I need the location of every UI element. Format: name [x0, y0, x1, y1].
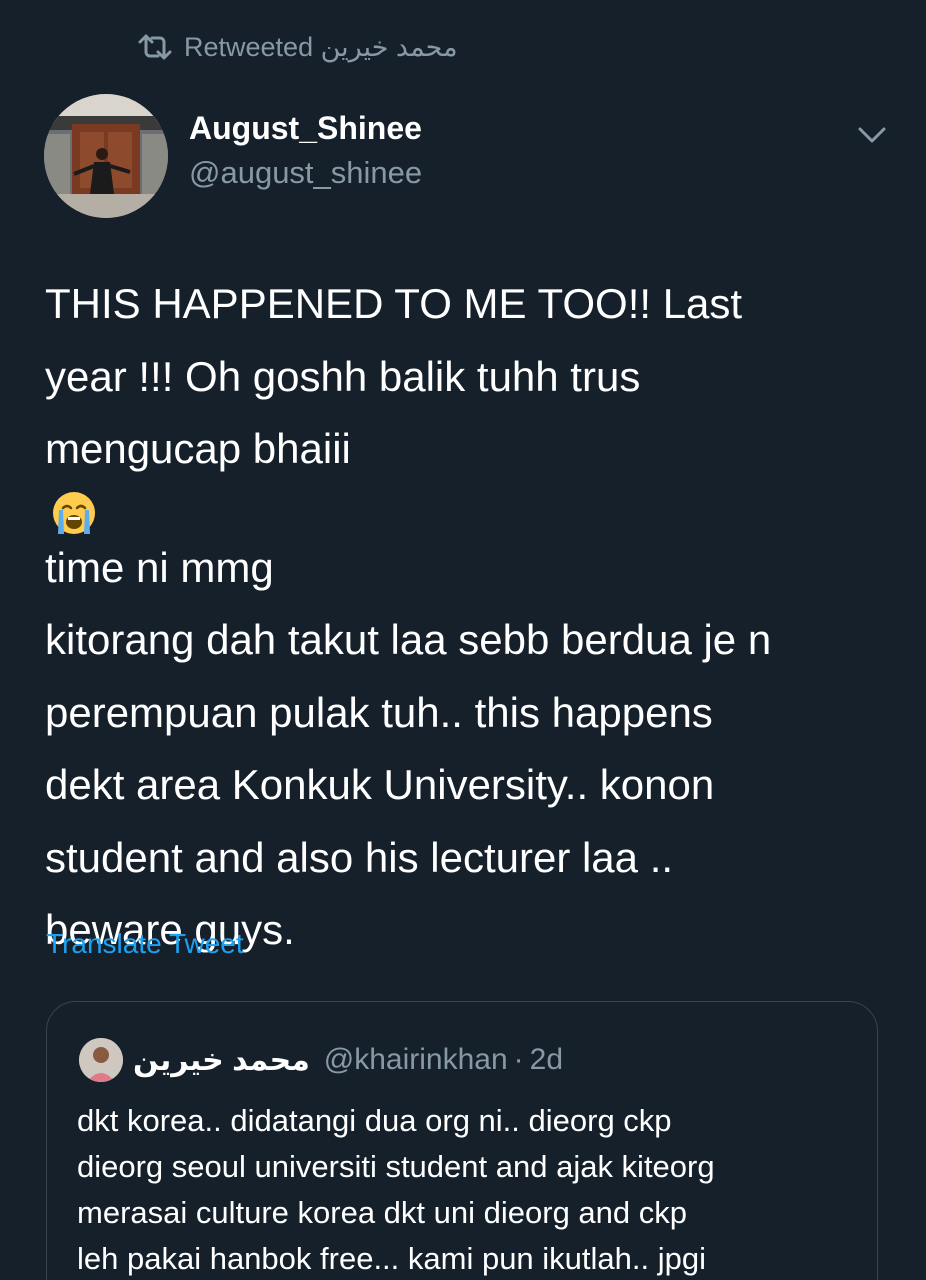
header-separator: ·	[513, 1043, 524, 1076]
quoted-author-avatar[interactable]	[79, 1038, 123, 1082]
quoted-tweet-card[interactable]: محمد خيرين @khairinkhan · 2d dkt korea..…	[46, 1001, 878, 1280]
retweet-context[interactable]: محمد خيرين Retweeted	[136, 30, 458, 64]
tweet-text-line-with-emoji: mengucap bhaiii time ni mmg	[45, 413, 905, 604]
quoted-author-handle[interactable]: @khairinkhan	[324, 1043, 508, 1077]
tweet-text-line: dekt area Konkuk University.. konon	[45, 761, 715, 808]
retweet-icon	[136, 32, 174, 62]
retweet-label: محمد خيرين Retweeted	[184, 31, 458, 62]
translate-tweet-link[interactable]: Translate Tweet	[46, 928, 244, 960]
quoted-text-line: dkt korea.. didatangi dua org ni.. dieor…	[77, 1103, 672, 1138]
tweet-text-line: perempuan pulak tuh.. this happens	[45, 688, 713, 736]
author-handle[interactable]: @august_shinee	[189, 155, 422, 191]
quoted-timestamp[interactable]: 2d	[530, 1043, 563, 1077]
loudly-crying-face-icon	[51, 486, 97, 534]
author-name[interactable]: August_Shinee	[189, 110, 422, 147]
author-avatar[interactable]	[44, 94, 168, 218]
tweet-text-line: year !!! Oh goshh balik tuhh trus	[45, 352, 641, 400]
tweet-text-segment: time ni mmg	[45, 543, 274, 591]
tweet-text: THIS HAPPENED TO ME TOO!! Last year !!! …	[45, 268, 905, 967]
tweet-text-line: student and also his lecturer laa ..	[45, 833, 674, 881]
quoted-text-line: leh pakai hanbok free... kami pun ikutla…	[77, 1241, 706, 1276]
quoted-tweet-text: dkt korea.. didatangi dua org ni.. dieor…	[77, 1098, 867, 1280]
quoted-tweet-header: محمد خيرين @khairinkhan · 2d	[133, 1038, 563, 1082]
tweet-text-segment: mengucap bhaiii	[45, 425, 351, 472]
tweet-text-line: THIS HAPPENED TO ME TOO!! Last	[45, 280, 743, 327]
quoted-text-line: merasai culture korea dkt uni dieorg and…	[77, 1195, 687, 1230]
quoted-author-name[interactable]: محمد خيرين	[133, 1043, 310, 1078]
chevron-down-icon[interactable]	[856, 122, 888, 148]
tweet-text-line: kitorang dah takut laa sebb berdua je n	[45, 616, 772, 663]
quoted-text-line: dieorg seoul universiti student and ajak…	[77, 1149, 715, 1184]
